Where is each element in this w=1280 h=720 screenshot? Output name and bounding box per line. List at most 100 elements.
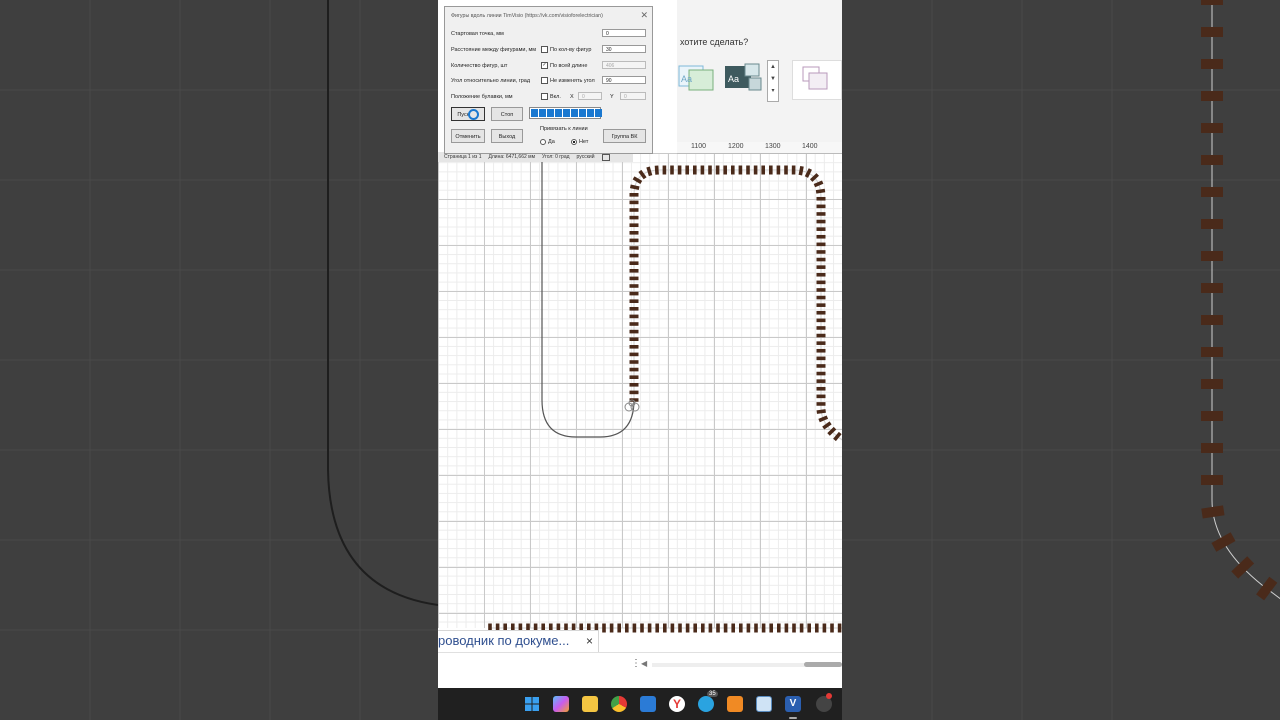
track-tie — [746, 165, 750, 175]
full-length-checkbox[interactable]: ✓ По всей длине — [541, 62, 587, 69]
start-point-field[interactable]: 0 — [602, 29, 646, 37]
checkbox-box[interactable] — [541, 46, 548, 53]
track-tie — [654, 165, 659, 175]
scroll-left-icon[interactable]: ◀ — [641, 659, 647, 668]
pin-enable-checkbox[interactable]: Вкл. — [541, 93, 561, 100]
track-tie — [629, 314, 639, 319]
track-tie — [700, 623, 705, 633]
chevron-down-icon[interactable]: ▼ — [768, 73, 778, 85]
visio-icon[interactable]: V — [785, 696, 801, 712]
track-tie — [629, 352, 639, 357]
track-tie — [816, 272, 826, 277]
radio-icon[interactable] — [540, 139, 546, 145]
theme-thumbnail-2[interactable]: Aa — [723, 62, 763, 94]
snap-no-label: Нет — [579, 139, 589, 145]
track-tie — [715, 165, 720, 175]
phone-screen: хотите сделать? Aa Aa ▲ ▼ ▾ 1100 1200 13… — [438, 0, 842, 720]
scrollbar-thumb[interactable] — [804, 662, 842, 667]
notepad-icon[interactable] — [756, 696, 772, 712]
stop-button[interactable]: Стоп — [491, 107, 523, 121]
checkbox-box[interactable] — [541, 93, 548, 100]
track-tie — [629, 291, 639, 296]
track-tie — [1201, 283, 1223, 293]
horizontal-scroll-area: ⋮ ◀ — [438, 652, 842, 689]
ruler-tick: 1300 — [765, 143, 781, 150]
pin-x-field: 0 — [578, 92, 602, 100]
track-tie — [629, 253, 639, 258]
track-tie — [816, 371, 826, 376]
track-tie — [738, 165, 743, 175]
vk-group-button[interactable]: Группа ВК — [603, 129, 646, 143]
track-tie — [609, 623, 614, 633]
telegram-icon[interactable]: 35 — [698, 691, 718, 712]
mail-icon[interactable] — [640, 696, 656, 712]
snap-no-radio[interactable]: Нет — [571, 139, 588, 145]
track-tie — [816, 326, 826, 330]
radio-selected-icon[interactable] — [571, 139, 577, 145]
railway-track[interactable] — [629, 165, 842, 442]
track-tie — [731, 165, 735, 175]
track-tie — [1201, 411, 1223, 421]
theme-thumbnail-1[interactable]: Aa — [677, 62, 717, 94]
track-tie — [792, 623, 796, 633]
exit-button[interactable]: Выход — [491, 129, 523, 143]
copilot-icon[interactable] — [553, 696, 569, 712]
track-tie — [798, 165, 804, 176]
checkbox-box[interactable] — [541, 77, 548, 84]
status-language[interactable]: русский — [577, 154, 595, 160]
pin-y-label: Y — [610, 94, 614, 100]
angle-field[interactable]: 90 — [602, 76, 646, 84]
taskbar: Y 35 V — [438, 688, 842, 720]
track-tie — [769, 165, 773, 175]
variant-thumbnail[interactable] — [792, 60, 842, 100]
pin-x-label: X — [570, 94, 574, 100]
track-tie — [700, 165, 705, 175]
track-tie — [818, 415, 829, 423]
app-orange-icon[interactable] — [727, 696, 743, 712]
macro-icon[interactable] — [601, 153, 610, 161]
checkmark-icon[interactable]: ✓ — [541, 62, 548, 69]
track-tie — [822, 623, 827, 633]
track-tie — [677, 165, 682, 175]
status-page[interactable]: Страница 1 из 1 — [444, 154, 481, 160]
snap-yes-radio[interactable]: Да — [540, 139, 555, 145]
progress-segment — [531, 109, 538, 117]
chevron-up-icon[interactable]: ▲ — [768, 61, 778, 73]
document-tab-label[interactable]: роводник по докуме... — [438, 633, 569, 648]
windows-start-icon[interactable] — [524, 696, 540, 712]
track-tie — [822, 421, 832, 430]
track-tie — [629, 269, 639, 273]
guide-line[interactable] — [541, 153, 635, 438]
keep-angle-checkbox[interactable]: Не изменять угол — [541, 77, 595, 84]
track-tie — [629, 223, 639, 227]
cancel-button[interactable]: Отменить — [451, 129, 485, 143]
progress-segment — [595, 109, 602, 117]
obs-icon[interactable] — [816, 693, 832, 712]
close-icon[interactable]: × — [586, 631, 593, 651]
file-explorer-icon[interactable] — [582, 696, 598, 712]
spacing-field[interactable]: 30 — [602, 45, 646, 53]
more-options-icon[interactable]: ⋮ — [631, 658, 641, 669]
by-count-checkbox[interactable]: По кол-ву фигур — [541, 46, 591, 53]
track-tie — [815, 188, 826, 194]
track-tie — [816, 234, 826, 239]
chrome-icon[interactable] — [611, 696, 627, 712]
track-tie — [731, 623, 736, 633]
track-tie — [629, 208, 639, 212]
gallery-scroll[interactable]: ▲ ▼ ▾ — [767, 60, 779, 102]
yandex-browser-icon[interactable]: Y — [669, 696, 685, 712]
background-left-art — [0, 0, 438, 720]
start-button[interactable]: Пуск — [451, 107, 485, 121]
tell-me-text[interactable]: хотите сделать? — [680, 37, 748, 47]
track-tie — [816, 303, 826, 307]
gallery-more-icon[interactable]: ▾ — [768, 85, 778, 97]
document-tab[interactable]: роводник по докуме... × — [438, 630, 599, 653]
track-tie — [816, 295, 826, 300]
pin-position-label: Положение булавки, мм — [451, 94, 513, 100]
visio-active-indicator — [789, 717, 797, 719]
track-tie — [1201, 347, 1223, 357]
close-icon[interactable]: ✕ — [640, 10, 648, 21]
track-tie — [830, 623, 834, 633]
track-tie — [837, 623, 842, 633]
track-tie — [813, 180, 824, 188]
